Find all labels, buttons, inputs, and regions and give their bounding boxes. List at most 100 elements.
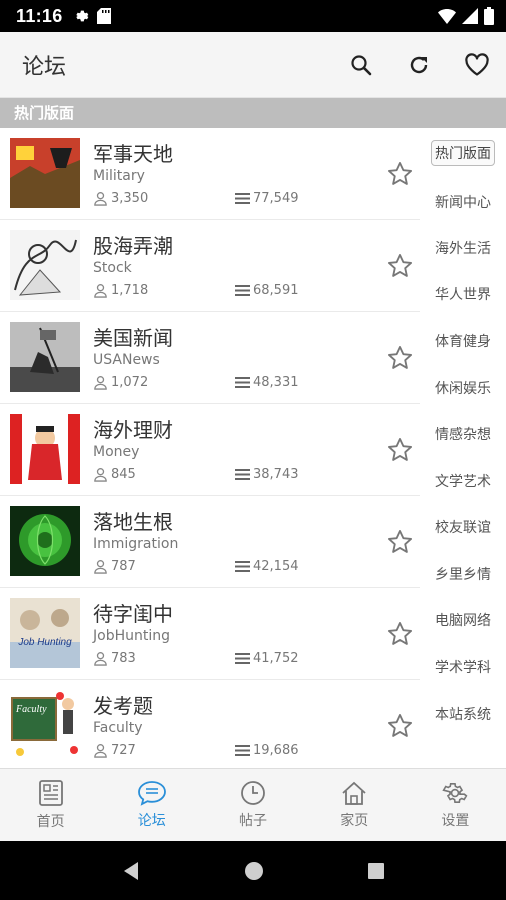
category-item-site-system[interactable]: 本站系统 xyxy=(420,704,506,724)
person-icon xyxy=(94,192,107,206)
forum-name-english: Stock xyxy=(93,260,132,276)
category-item-literature[interactable]: 文学艺术 xyxy=(420,471,506,491)
job-thumb-text: Job Hunting xyxy=(17,637,72,648)
heart-icon xyxy=(465,52,489,76)
post-count: 42,154 xyxy=(235,559,299,574)
search-button[interactable] xyxy=(332,36,390,94)
post-count-value: 77,549 xyxy=(253,191,299,206)
category-label: 学术学科 xyxy=(435,660,491,676)
post-count: 48,331 xyxy=(235,375,299,390)
forum-name-english: USANews xyxy=(93,352,160,368)
member-count-value: 1,718 xyxy=(111,283,149,298)
member-count: 787 xyxy=(93,559,136,574)
forum-name: 落地生根 xyxy=(93,510,173,534)
category-item-hometown[interactable]: 乡里乡情 xyxy=(420,564,506,584)
forum-name: 股海弄潮 xyxy=(93,234,173,258)
forum-name: 待字闺中 xyxy=(93,602,173,626)
forum-thumbnail xyxy=(10,138,80,208)
favorite-star-button[interactable] xyxy=(384,526,416,558)
nav-label: 首页 xyxy=(36,814,65,830)
category-label: 校友联谊 xyxy=(435,520,491,536)
refresh-button[interactable] xyxy=(390,36,448,94)
app-bar: 论坛 xyxy=(0,32,506,98)
member-count: 3,350 xyxy=(93,191,148,206)
category-label: 休闲娱乐 xyxy=(435,381,491,397)
battery-icon xyxy=(484,7,494,25)
list-icon xyxy=(235,285,250,296)
favorite-star-button[interactable] xyxy=(384,250,416,282)
list-icon xyxy=(235,745,250,756)
star-outline-icon xyxy=(387,345,413,369)
person-icon xyxy=(94,652,107,666)
person-icon xyxy=(94,284,107,298)
forum-row-usanews[interactable]: 美国新闻 USANews 1,072 48,331 xyxy=(0,312,420,404)
forum-name-english: Money xyxy=(93,444,140,460)
forum-row-faculty[interactable]: Faculty 发考题 Faculty 727 19,686 xyxy=(0,680,420,768)
newspaper-icon xyxy=(38,780,63,806)
favorites-button[interactable] xyxy=(448,36,506,94)
forum-row-money[interactable]: 海外理财 Money 845 38,743 xyxy=(0,404,420,496)
clock-icon xyxy=(241,781,265,805)
category-label: 热门版面 xyxy=(431,140,495,166)
gear-icon xyxy=(442,782,468,804)
category-item-entertainment[interactable]: 休闲娱乐 xyxy=(420,378,506,398)
favorite-star-button[interactable] xyxy=(384,710,416,742)
forum-row-stock[interactable]: 股海弄潮 Stock 1,718 68,591 xyxy=(0,220,420,312)
list-icon xyxy=(235,653,250,664)
home-circle-icon[interactable] xyxy=(243,860,265,882)
category-item-sports[interactable]: 体育健身 xyxy=(420,331,506,351)
category-item-hot[interactable]: 热门版面 xyxy=(420,140,506,166)
forum-name: 发考题 xyxy=(93,694,153,718)
member-count-value: 783 xyxy=(111,651,136,666)
star-outline-icon xyxy=(387,529,413,553)
nav-item-posts[interactable]: 帖子 xyxy=(202,769,303,841)
nav-item-settings[interactable]: 设置 xyxy=(405,769,506,841)
member-count-value: 3,350 xyxy=(111,191,149,206)
member-count: 845 xyxy=(93,467,136,482)
star-outline-icon xyxy=(387,437,413,461)
category-label: 体育健身 xyxy=(435,334,491,350)
person-icon xyxy=(94,744,107,758)
section-header: 热门版面 xyxy=(0,98,506,128)
forum-row-military[interactable]: 军事天地 Military 3,350 77,549 xyxy=(0,128,420,220)
nav-item-home[interactable]: 首页 xyxy=(0,769,101,841)
forum-list: 军事天地 Military 3,350 77,549 股海弄潮 Stock 1,… xyxy=(0,128,420,768)
star-outline-icon xyxy=(387,713,413,737)
back-icon[interactable] xyxy=(120,860,142,882)
forum-row-jobhunting[interactable]: Job Hunting 待字闺中 JobHunting 783 41,752 xyxy=(0,588,420,680)
category-item-alumni[interactable]: 校友联谊 xyxy=(420,517,506,537)
post-count-value: 48,331 xyxy=(253,375,299,390)
favorite-star-button[interactable] xyxy=(384,158,416,190)
favorite-star-button[interactable] xyxy=(384,342,416,374)
category-item-overseas-life[interactable]: 海外生活 xyxy=(420,238,506,258)
nav-label: 家页 xyxy=(340,813,369,829)
category-item-news[interactable]: 新闻中心 xyxy=(420,192,506,212)
nav-item-forum[interactable]: 论坛 xyxy=(101,769,202,841)
category-item-computers[interactable]: 电脑网络 xyxy=(420,610,506,630)
star-outline-icon xyxy=(387,161,413,185)
forum-thumbnail xyxy=(10,322,80,392)
nav-item-homepage[interactable]: 家页 xyxy=(304,769,405,841)
forum-thumbnail: Faculty xyxy=(10,690,80,760)
post-count: 77,549 xyxy=(235,191,299,206)
system-navigation-bar xyxy=(0,841,506,900)
favorite-star-button[interactable] xyxy=(384,618,416,650)
home-icon xyxy=(342,781,366,805)
post-count: 19,686 xyxy=(235,743,299,758)
star-outline-icon xyxy=(387,621,413,645)
recents-square-icon[interactable] xyxy=(366,861,386,881)
category-label: 文学艺术 xyxy=(435,474,491,490)
category-item-chinese-world[interactable]: 华人世界 xyxy=(420,284,506,304)
category-item-emotions[interactable]: 情感杂想 xyxy=(420,424,506,444)
forum-name: 海外理财 xyxy=(93,418,173,442)
category-label: 乡里乡情 xyxy=(435,567,491,583)
person-icon xyxy=(94,468,107,482)
nav-label: 设置 xyxy=(441,813,470,829)
person-icon xyxy=(94,560,107,574)
member-count: 727 xyxy=(93,743,136,758)
forum-name: 美国新闻 xyxy=(93,326,173,350)
bottom-navigation: 首页 论坛 帖子 家页 设置 xyxy=(0,768,506,841)
favorite-star-button[interactable] xyxy=(384,434,416,466)
forum-row-immigration[interactable]: 落地生根 Immigration 787 42,154 xyxy=(0,496,420,588)
category-item-academics[interactable]: 学术学科 xyxy=(420,657,506,677)
